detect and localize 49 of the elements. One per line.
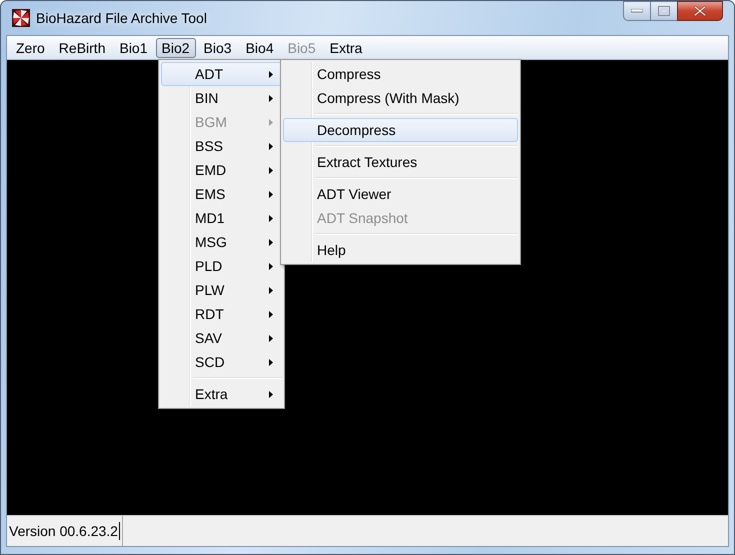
submenu-arrow-icon [269,286,273,294]
submenu-arrow-icon [269,142,273,150]
menu-item[interactable]: EMD [161,158,282,182]
menu-item[interactable]: Compress (With Mask) [283,86,518,110]
submenu-arrow-icon [269,214,273,222]
menu-item[interactable]: BSS [161,134,282,158]
submenu-arrow-icon [269,262,273,270]
window-title: BioHazard File Archive Tool [36,10,207,26]
maximize-icon [658,6,670,16]
submenu-arrow-icon [269,118,273,126]
menu-item[interactable]: Extra [161,382,282,406]
submenu-arrow-icon [269,190,273,198]
version-field: Version 00.6.23.2 [7,516,123,546]
menu-item[interactable]: RDT [161,302,282,326]
submenu-arrow-icon [269,70,273,78]
menu-bar-item[interactable]: Zero [10,38,51,58]
minimize-button[interactable] [623,1,650,21]
minimize-icon [631,9,643,13]
menu-item[interactable]: Help [283,238,518,262]
menu-item[interactable]: Extract Textures [283,150,518,174]
menu-item[interactable]: PLD [161,254,282,278]
close-button[interactable] [677,1,723,21]
menu-item[interactable]: ADT Viewer [283,182,518,206]
menu-item[interactable]: Compress [283,62,518,86]
menu-item[interactable]: MD1 [161,206,282,230]
menu-bar-item[interactable]: ReBirth [52,38,112,58]
menu-bar-item[interactable]: Bio3 [198,38,238,58]
menu-item[interactable]: PLW [161,278,282,302]
menu-item[interactable]: ADT [161,62,282,86]
submenu-arrow-icon [269,238,273,246]
submenu-arrow-icon [269,358,273,366]
submenu-arrow-icon [269,390,273,398]
menu-bar-item[interactable]: Bio1 [113,38,154,58]
menu-item[interactable]: Decompress [283,118,518,142]
menu-bar-item[interactable]: Extra [324,38,368,58]
maximize-button[interactable] [650,1,677,21]
submenu-arrow-icon [269,166,273,174]
submenu-arrow-icon [269,334,273,342]
menu-item[interactable]: SCD [161,350,282,374]
close-icon [694,6,706,16]
submenu-arrow-icon [269,310,273,318]
menu-item[interactable]: MSG [161,230,282,254]
menu-bar-item[interactable]: Bio2 [156,38,196,58]
menu-item[interactable]: BIN [161,86,282,110]
menu-item[interactable]: EMS [161,182,282,206]
submenu-arrow-icon [269,94,273,102]
app-icon [12,9,30,27]
menu-item[interactable]: SAV [161,326,282,350]
menu-bar-item[interactable]: Bio4 [240,38,280,58]
